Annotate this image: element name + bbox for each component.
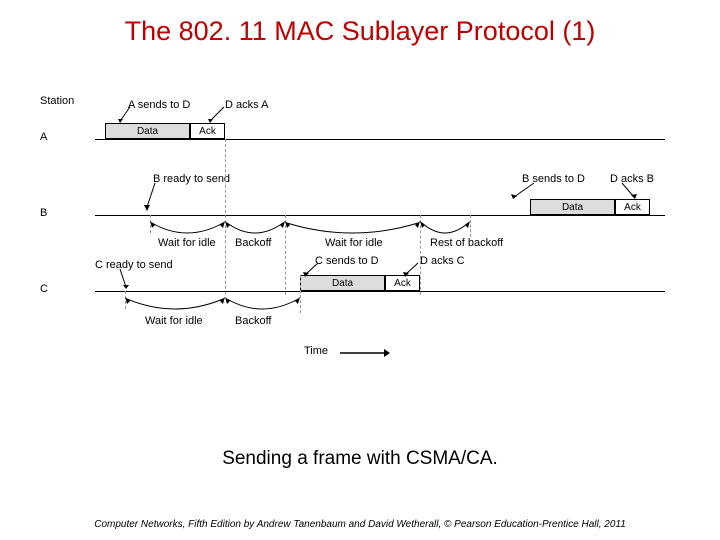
dash-marker <box>300 275 301 313</box>
span-arrow-icon <box>125 297 225 315</box>
arrow-icon <box>402 261 420 277</box>
b-ack-box: Ack <box>615 199 650 215</box>
csma-ca-diagram: Station A Data Ack A sends to D D acks A… <box>40 95 680 415</box>
arrow-icon <box>118 267 132 289</box>
time-label: Time <box>304 345 328 357</box>
d-acks-c: D acks C <box>420 255 465 267</box>
arrow-icon <box>302 261 320 277</box>
backoff-2: Backoff <box>235 315 272 327</box>
wait-idle-3: Wait for idle <box>145 315 203 327</box>
a-sends-d: A sends to D <box>128 99 190 111</box>
arrow-icon <box>143 181 157 211</box>
arrow-icon <box>118 105 132 123</box>
arrow-icon <box>510 181 536 199</box>
b-data-box: Data <box>530 199 615 215</box>
timeline-c <box>95 291 665 292</box>
dash-marker <box>470 215 471 237</box>
timeline-a <box>95 139 665 140</box>
c-ack-box: Ack <box>385 275 420 291</box>
time-arrow-icon <box>340 347 390 359</box>
a-ack-box: Ack <box>190 123 225 139</box>
arrow-icon <box>208 105 226 123</box>
dash-marker <box>225 139 226 294</box>
a-data-box: Data <box>105 123 190 139</box>
c-sends-d: C sends to D <box>315 255 379 267</box>
span-arrow-icon <box>420 221 470 239</box>
span-arrow-icon <box>285 221 420 239</box>
caption: Sending a frame with CSMA/CA. <box>0 448 720 470</box>
station-header: Station <box>40 95 74 107</box>
station-a-label: A <box>40 131 47 143</box>
b-ready: B ready to send <box>153 173 230 185</box>
span-arrow-icon <box>150 221 225 239</box>
station-b-label: B <box>40 207 47 219</box>
span-arrow-icon <box>225 297 300 315</box>
c-ready: C ready to send <box>95 259 173 271</box>
c-data-box: Data <box>300 275 385 291</box>
arrow-icon <box>620 181 638 199</box>
page-title: The 802. 11 MAC Sublayer Protocol (1) <box>0 0 720 47</box>
station-c-label: C <box>40 283 48 295</box>
d-acks-a: D acks A <box>225 99 268 111</box>
span-arrow-icon <box>225 221 285 239</box>
footer-citation: Computer Networks, Fifth Edition by Andr… <box>0 519 720 530</box>
